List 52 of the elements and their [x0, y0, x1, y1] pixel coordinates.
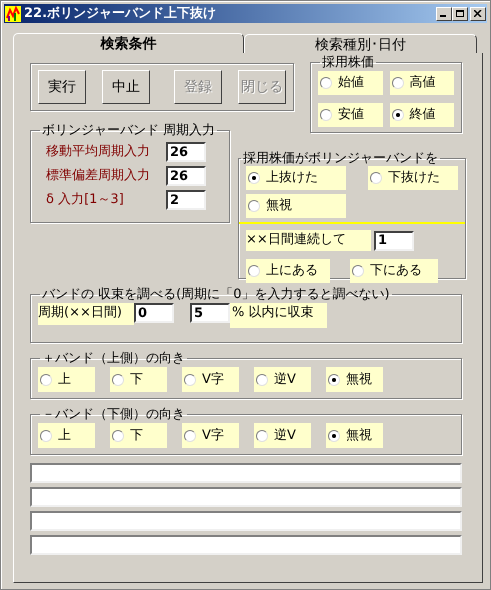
radio-option[interactable]: 上	[38, 423, 95, 448]
minimize-button[interactable]	[436, 6, 452, 20]
field-label: 標準偏差周期入力	[45, 167, 151, 186]
tab[interactable]: 検索種別･日付	[244, 34, 477, 53]
maximize-icon	[456, 10, 464, 17]
group-label: ボリンジャーバンド 周期入力	[41, 123, 216, 138]
radio-option[interactable]: 下	[110, 423, 167, 448]
radio-option[interactable]: 無視	[326, 423, 383, 448]
window-title: 22.ボリンジャーバンド上下抜け	[24, 4, 216, 23]
field-label: δ 入力[1～3]	[45, 191, 125, 210]
radio-option[interactable]: 終値	[390, 103, 454, 127]
output-field[interactable]	[30, 463, 462, 483]
radio-option[interactable]: 無視	[326, 367, 383, 392]
tab[interactable]: 検索条件	[13, 33, 244, 53]
input-field[interactable]: 0	[134, 303, 174, 323]
radio-option[interactable]: 下抜けた	[368, 166, 458, 190]
radio-option[interactable]: 上にある	[246, 259, 330, 283]
radio-option[interactable]: 上	[38, 367, 95, 392]
close-icon	[474, 10, 482, 17]
command-button[interactable]: 中止	[102, 70, 150, 104]
close-button[interactable]	[470, 6, 486, 20]
radio-option[interactable]: 逆V	[254, 423, 311, 448]
command-button[interactable]: 実行	[38, 70, 86, 104]
radio-option[interactable]: V字	[182, 367, 239, 392]
radio-option[interactable]: 始値	[318, 71, 382, 95]
group-label: －バンド（下側）の向き	[41, 407, 186, 422]
group-label: バンドの 収束を調べる(周期に「0」を入力すると調べない)	[41, 287, 391, 302]
app-icon	[5, 6, 21, 22]
radio-option[interactable]: 逆V	[254, 367, 311, 392]
output-field[interactable]	[30, 535, 462, 555]
input-field[interactable]: 1	[374, 230, 414, 250]
field-label: 周期(××日間)	[38, 303, 134, 325]
input-field[interactable]: 26	[166, 166, 206, 186]
radio-option[interactable]: V字	[182, 423, 239, 448]
field-label: ××日間連続して	[246, 230, 371, 251]
radio-option[interactable]: 下	[110, 367, 167, 392]
radio-option[interactable]: 下にある	[350, 259, 438, 283]
field-label: % 以内に収束	[230, 303, 327, 328]
radio-option[interactable]: 安値	[318, 103, 382, 127]
group-label: ＋バンド（上側）の向き	[41, 351, 186, 366]
input-field[interactable]: 5	[190, 303, 230, 323]
input-field[interactable]: 26	[166, 142, 206, 162]
maximize-button[interactable]	[452, 6, 468, 20]
group-label: 採用株価がボリンジャーバンドを	[242, 151, 439, 166]
group-label: 採用株価	[321, 55, 375, 70]
input-field[interactable]: 2	[166, 190, 206, 210]
radio-option[interactable]: 上抜けた	[246, 166, 346, 190]
radio-option[interactable]: 無視	[246, 194, 346, 218]
output-field[interactable]	[30, 511, 462, 531]
output-field[interactable]	[30, 487, 462, 507]
radio-option[interactable]: 高値	[390, 71, 454, 95]
field-label: 移動平均周期入力	[45, 143, 151, 162]
